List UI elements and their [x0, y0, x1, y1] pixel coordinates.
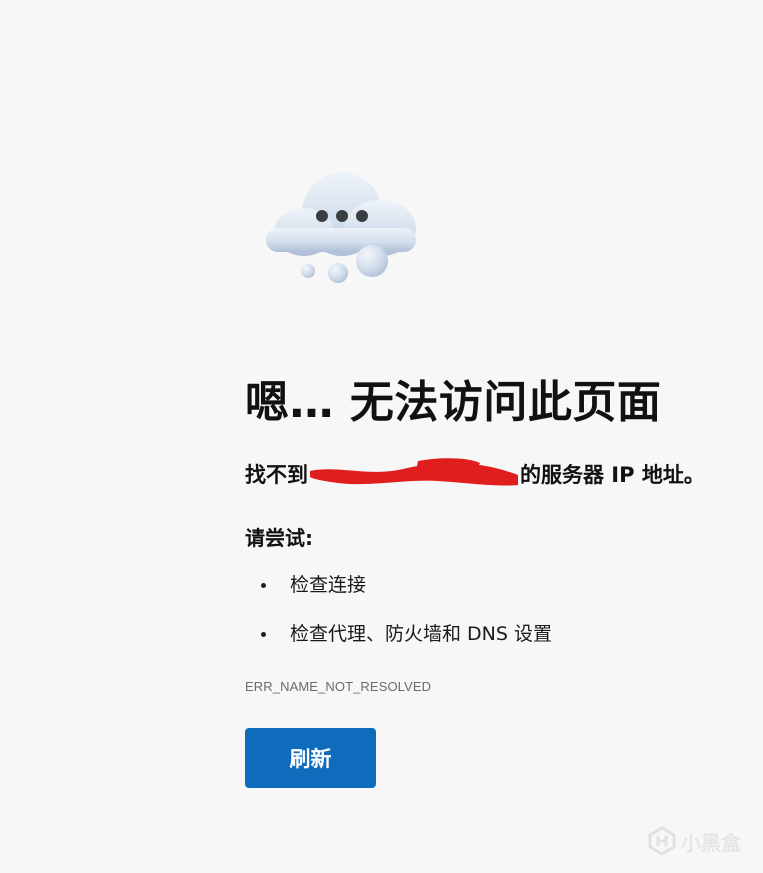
refresh-button[interactable]: 刷新 — [245, 728, 376, 788]
error-page: 嗯… 无法访问此页面 找不到 的服务器 IP 地址。 请尝试: 检查连接 检查代… — [0, 0, 763, 873]
bullet-icon — [261, 583, 266, 588]
page-title: 嗯… 无法访问此页面 — [245, 377, 662, 428]
list-item: 检查代理、防火墙和 DNS 设置 — [245, 617, 552, 666]
cloud-with-dots-icon — [262, 166, 422, 288]
error-code: ERR_NAME_NOT_RESOLVED — [245, 679, 432, 694]
suggestion-text: 检查代理、防火墙和 DNS 设置 — [290, 623, 552, 645]
watermark: 小黑盒 — [645, 824, 755, 858]
description-prefix: 找不到 — [245, 463, 308, 487]
suggestion-text: 检查连接 — [290, 574, 367, 596]
redaction-scribble — [308, 458, 520, 486]
watermark-text: 小黑盒 — [681, 831, 741, 855]
description-suffix: 的服务器 IP 地址。 — [520, 463, 705, 487]
list-item: 检查连接 — [245, 568, 552, 617]
error-description: 找不到 的服务器 IP 地址。 — [245, 458, 705, 489]
bullet-icon — [261, 632, 266, 637]
try-label: 请尝试: — [245, 526, 313, 550]
heybox-logo-icon — [648, 826, 676, 856]
suggestion-list: 检查连接 检查代理、防火墙和 DNS 设置 — [245, 568, 552, 666]
